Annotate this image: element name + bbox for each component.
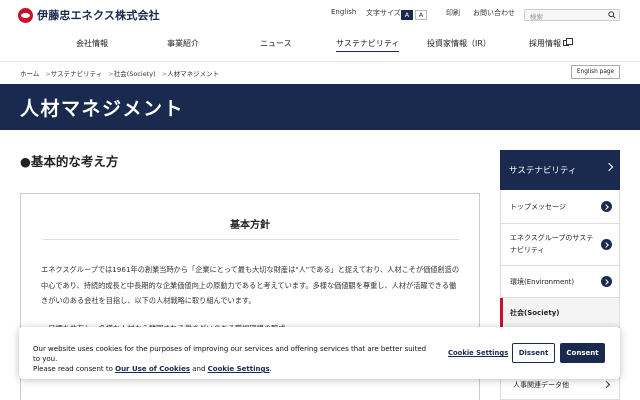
english-page-button[interactable]: English page — [571, 65, 620, 79]
cookie-settings-button[interactable]: Cookie Settings — [448, 349, 508, 357]
sidebar-item-top-message[interactable]: トップメッセージ — [500, 190, 620, 224]
nav-item-ir[interactable]: 投資家情報（IR） — [427, 38, 491, 52]
main-nav: 会社情報 事業紹介 ニュース サステナビリティ 投資家情報（IR） 採用情報 — [0, 38, 640, 54]
sidebar-item-label: エネクスグループのサステナビリティ — [510, 234, 594, 254]
chevron-right-icon — [602, 380, 611, 389]
nav-item-news[interactable]: ニュース — [260, 38, 292, 52]
breadcrumb-society[interactable]: 社会(Society) — [114, 70, 156, 78]
sidebar-item-group-sustainability[interactable]: エネクスグループのサステナビリティ — [500, 224, 620, 266]
cookie-text-prefix: Please read consent to — [33, 365, 116, 373]
cookie-message: Our website uses cookies for the purpose… — [33, 344, 433, 374]
cookie-use-link[interactable]: Our Use of Cookies — [115, 365, 190, 373]
dissent-button[interactable]: Dissent — [512, 343, 555, 363]
sidebar-item-environment[interactable]: 環境(Environment) — [500, 266, 620, 298]
top-bar: 伊藤忠エネクス株式会社 English 文字サイズ A A 印刷 お問い合わせ … — [0, 0, 640, 30]
arrow-circle-icon — [601, 201, 612, 212]
arrow-circle-icon — [601, 276, 612, 287]
sidebar-item-label: 環境(Environment) — [510, 278, 575, 286]
cookie-text-and: and — [190, 365, 208, 373]
page-title: 人材マネジメント — [20, 98, 185, 120]
sidebar-item-society[interactable]: 社会(Society) — [500, 298, 620, 328]
sidebar-item-label: トップメッセージ — [510, 203, 566, 211]
section-heading: ●基本的な考え方 — [20, 154, 119, 169]
cookie-settings-link[interactable]: Cookie Settings — [208, 365, 270, 373]
nav-item-sustainability[interactable]: サステナビリティ — [336, 38, 400, 52]
logo-text: 伊藤忠エネクス株式会社 — [37, 9, 160, 22]
sidebar-heading-label: サステナビリティ — [509, 166, 577, 176]
search-input[interactable]: 検索 — [524, 9, 620, 21]
breadcrumb-current: 人材マネジメント — [167, 70, 220, 78]
chevron-right-icon — [604, 162, 614, 172]
breadcrumb: ホーム >サステナビリティ >社会(Society) >人材マネジメント — [20, 68, 219, 78]
font-size-large-button[interactable]: A — [401, 10, 413, 20]
font-size-label: 文字サイズ — [366, 9, 401, 17]
sidebar-item-label: 社会(Society) — [510, 309, 560, 317]
sidebar-item-label: 人事関連データ他 — [513, 381, 569, 389]
nav-item-recruit-label: 採用情報 — [529, 39, 561, 48]
arrow-circle-icon — [601, 239, 612, 250]
cookie-text-suffix: . — [269, 365, 272, 373]
company-logo[interactable]: 伊藤忠エネクス株式会社 — [18, 7, 160, 23]
policy-title: 基本方針 — [230, 220, 270, 231]
contact-link[interactable]: お問い合わせ — [473, 8, 515, 18]
nav-item-recruit[interactable]: 採用情報 — [529, 38, 573, 52]
breadcrumb-home[interactable]: ホーム — [20, 70, 39, 78]
search-placeholder: 検索 — [530, 13, 543, 21]
english-link[interactable]: English — [331, 8, 356, 16]
page-title-band: 人材マネジメント — [0, 84, 640, 130]
cookie-text-line1: Our website uses cookies for the purpose… — [33, 345, 427, 363]
policy-body: エネクスグループでは1961年の創業当時から「企業にとって最も大切な財産は"人"… — [41, 265, 460, 305]
logo-mark-icon — [18, 7, 33, 23]
breadcrumb-sustainability[interactable]: サステナビリティ — [51, 70, 102, 78]
sidebar-heading[interactable]: サステナビリティ — [500, 150, 620, 190]
nav-item-business[interactable]: 事業紹介 — [167, 38, 199, 52]
search-icon[interactable] — [608, 11, 616, 19]
policy-divider — [43, 239, 459, 240]
nav-item-company[interactable]: 会社情報 — [76, 38, 108, 52]
external-link-icon — [563, 38, 573, 46]
cookie-banner: Our website uses cookies for the purpose… — [19, 327, 620, 379]
print-link[interactable]: 印刷 — [446, 8, 460, 18]
consent-button[interactable]: Consent — [560, 343, 605, 363]
divider — [0, 61, 640, 62]
font-size-small-button[interactable]: A — [415, 10, 427, 20]
